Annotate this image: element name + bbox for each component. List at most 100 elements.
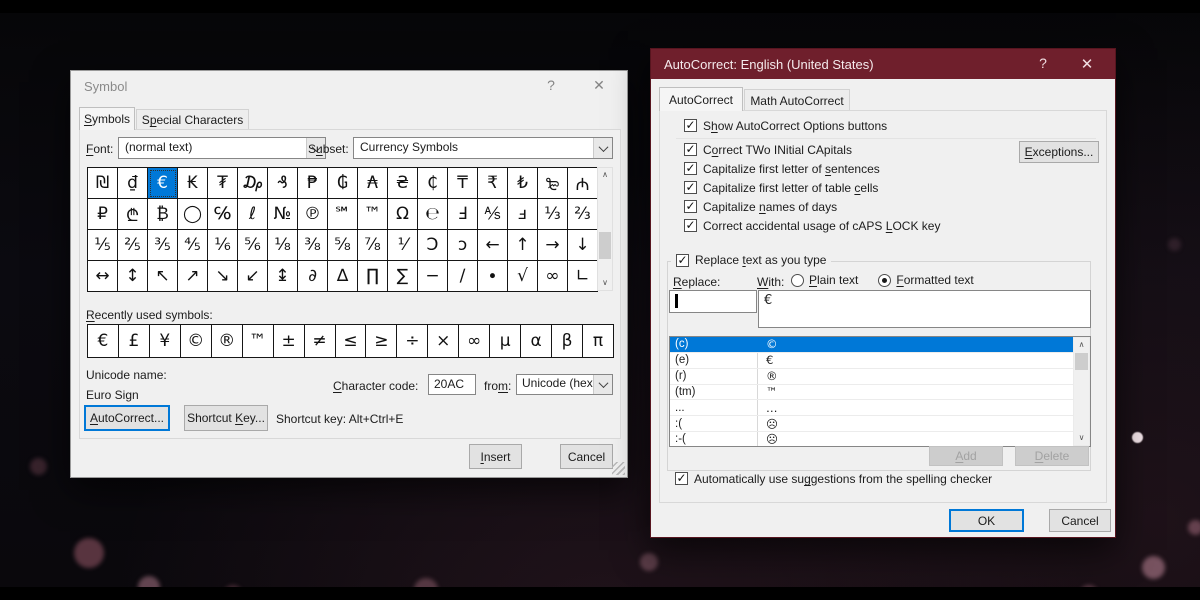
scroll-down-icon[interactable]: ∨ [598,276,612,290]
replacement-row[interactable]: :(☹ [670,416,1090,433]
symbol-cell[interactable]: ⅓ [538,199,568,230]
symbol-cell[interactable]: ₮ [208,168,238,199]
replacement-row[interactable]: :-(☹ [670,432,1090,446]
symbol-cell[interactable]: Ⅎ [448,199,478,230]
symbol-cell[interactable]: ⅍ [478,199,508,230]
recent-symbol-cell[interactable]: × [428,325,460,357]
symbol-cell[interactable]: ₲ [328,168,358,199]
cancel-button[interactable]: Cancel [560,444,613,469]
resize-grip[interactable] [612,462,625,475]
symbol-cell[interactable]: ₿ [148,199,178,230]
spelling-suggestions-checkbox-row[interactable]: ✓ Automatically use suggestions from the… [675,472,992,486]
recent-symbol-cell[interactable]: £ [118,325,150,357]
symbol-cell[interactable]: ⅘ [178,230,208,261]
symbol-cell[interactable]: ↄ [448,230,478,261]
symbol-cell[interactable]: ⅎ [508,199,538,230]
symbol-cell[interactable]: ℮ [418,199,448,230]
recent-symbol-cell[interactable]: ¥ [149,325,181,357]
symbol-cell[interactable]: ↨ [268,261,298,292]
symbol-cell[interactable]: ₭ [178,168,208,199]
symbol-cell[interactable]: ← [478,230,508,261]
recent-symbol-cell[interactable]: ≤ [335,325,367,357]
autocorrect-option[interactable]: ✓ Capitalize first letter of table cells [684,181,878,195]
font-dropdown[interactable]: (normal text) [118,137,326,159]
recent-symbol-cell[interactable]: ≠ [304,325,336,357]
symbol-cell[interactable]: ™ [358,199,388,230]
symbol-cell[interactable]: ∆ [328,261,358,292]
autocorrect-option[interactable]: ✓ Show AutoCorrect Options buttons [684,119,887,133]
insert-button[interactable]: Insert [469,444,522,469]
checkbox-checked-icon[interactable]: ✓ [684,219,697,232]
radio-icon[interactable] [791,273,804,287]
symbol-cell[interactable]: √ [508,261,538,292]
symbol-cell[interactable]: ₾ [118,199,148,230]
symbol-cell[interactable]: ℅ [208,199,238,230]
replace-input[interactable] [669,290,757,313]
symbol-cell[interactable]: ∞ [538,261,568,292]
radio-option[interactable]: Formatted text [878,273,974,287]
with-input[interactable]: € [758,290,1091,328]
subset-dropdown[interactable]: Currency Symbols [353,137,613,159]
symbol-cell[interactable]: ↔ [88,261,118,292]
symbol-cell[interactable]: ↓ [568,230,598,261]
symbol-cell[interactable]: − [418,261,448,292]
delete-button[interactable]: Delete [1015,446,1089,466]
symbol-cell[interactable]: ₽ [88,199,118,230]
symbol-cell[interactable]: ₼ [568,168,598,199]
scroll-up-icon[interactable]: ∧ [1074,338,1089,352]
symbol-cell[interactable]: ℠ [328,199,358,230]
symbol-cell[interactable]: ₵ [418,168,448,199]
symbol-cell[interactable]: ₱ [298,168,328,199]
symbol-cell[interactable]: ∏ [358,261,388,292]
symbol-cell[interactable]: ↙ [238,261,268,292]
symbol-cell[interactable]: → [538,230,568,261]
recent-symbol-cell[interactable]: ÷ [397,325,429,357]
symbol-cell[interactable]: ↕ [118,261,148,292]
symbol-cell[interactable]: ₻ [538,168,568,199]
symbol-cell[interactable]: ℗ [298,199,328,230]
symbol-cell[interactable]: ₺ [508,168,538,199]
tab-special-characters[interactable]: Special Characters [136,109,249,130]
symbol-cell[interactable]: ₹ [478,168,508,199]
symbol-cell[interactable]: ⅜ [298,230,328,261]
symbol-cell[interactable]: ↘ [208,261,238,292]
autocorrect-option[interactable]: ✓ Correct TWo INitial CApitals [684,143,852,157]
recent-symbol-cell[interactable]: µ [490,325,522,357]
symbol-cell[interactable]: ⅛ [268,230,298,261]
replacement-row[interactable]: ...… [670,400,1090,417]
symbol-grid-scrollbar[interactable]: ∧ ∨ [597,167,613,291]
scroll-down-icon[interactable]: ∨ [1074,431,1089,445]
scrollbar-thumb[interactable] [599,232,611,259]
scrollbar-thumb[interactable] [1075,353,1088,370]
recent-symbol-cell[interactable]: ™ [242,325,274,357]
symbol-cell[interactable]: ∙ [478,261,508,292]
recent-symbol-cell[interactable]: ® [211,325,243,357]
from-dropdown[interactable]: Unicode (hex) [516,374,613,395]
replacement-list[interactable]: (c) © (e) € (r) ® (tm) ™... …:(☹:-(☹ [669,336,1091,447]
tab-autocorrect[interactable]: AutoCorrect [659,87,743,111]
checkbox-checked-icon[interactable]: ✓ [675,472,688,485]
replacement-row[interactable]: (c) © [670,337,1090,353]
symbol-cell[interactable]: ∑ [388,261,418,292]
symbol-cell[interactable]: ⅙ [208,230,238,261]
symbol-cell[interactable]: ⅚ [238,230,268,261]
symbol-cell[interactable]: ⅖ [118,230,148,261]
exceptions-button[interactable]: Exceptions... [1019,141,1099,163]
symbol-cell[interactable]: ⅟ [388,230,418,261]
symbol-cell[interactable]: ∂ [298,261,328,292]
symbol-cell[interactable]: ∕ [448,261,478,292]
replacement-row[interactable]: (tm) ™ [670,384,1090,401]
autocorrect-option[interactable]: ✓ Capitalize names of days [684,200,837,214]
recent-symbol-cell[interactable]: € [88,325,119,357]
symbol-cell[interactable]: ₫ [118,168,148,199]
cancel-button[interactable]: Cancel [1049,509,1111,532]
replace-text-checkbox-row[interactable]: ✓ Replace text as you type [671,253,832,267]
radio-selected-icon[interactable] [878,273,892,287]
symbol-cell[interactable]: № [268,199,298,230]
symbol-cell[interactable]: ₳ [358,168,388,199]
autocorrect-option[interactable]: ✓ Correct accidental usage of cAPS LOCK k… [684,219,940,233]
help-icon[interactable]: ? [1027,55,1059,74]
symbol-cell[interactable]: € [148,168,178,199]
symbol-cell[interactable]: ⅝ [328,230,358,261]
radio-option[interactable]: Plain text [791,273,858,287]
